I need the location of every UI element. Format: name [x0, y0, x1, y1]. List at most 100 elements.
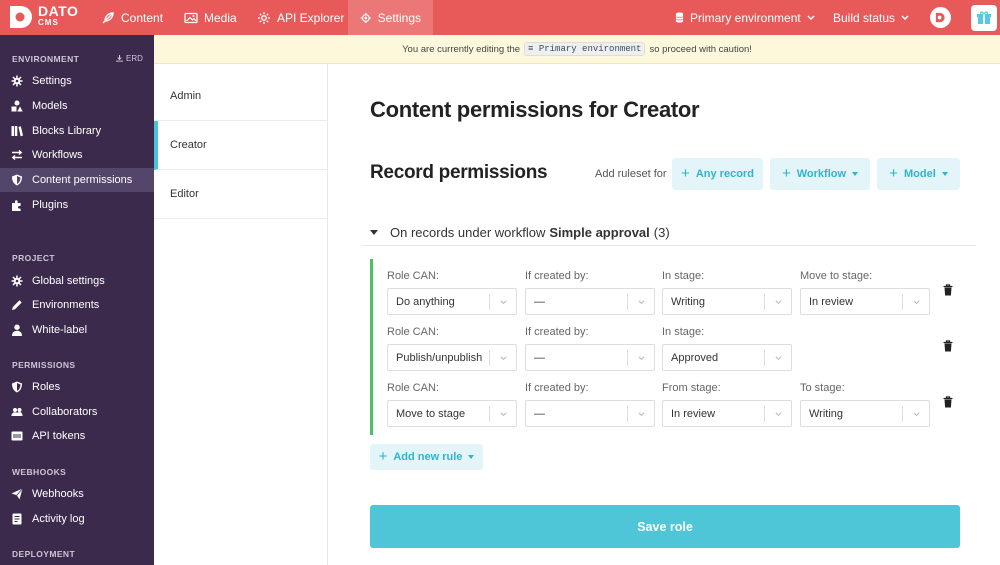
trash-icon[interactable]	[942, 396, 954, 408]
download-icon	[116, 55, 123, 62]
button-label: Save role	[637, 519, 693, 534]
avatar-logo-icon	[935, 12, 945, 23]
tab-settings[interactable]: Settings	[348, 0, 433, 35]
build-status-dropdown[interactable]: Build status	[823, 0, 919, 35]
created-by-select[interactable]: —	[525, 400, 655, 427]
created-by-select[interactable]: —	[525, 288, 655, 315]
role-item-editor[interactable]: Editor	[154, 170, 327, 219]
add-ruleset-workflow-button[interactable]: + Workflow	[770, 158, 870, 190]
gear-icon	[11, 75, 23, 87]
environment-name: Primary environment	[690, 10, 801, 25]
role-action-select[interactable]: Do anything	[387, 288, 517, 315]
sidebar-item-white-label[interactable]: White-label	[0, 318, 154, 342]
workflow-ruleset-header[interactable]: On records under workflow Simple approva…	[362, 220, 976, 246]
sidebar-item-api-tokens[interactable]: API tokens	[0, 424, 154, 448]
ruleset-accent-bar	[370, 259, 373, 435]
select-value: Approved	[671, 351, 719, 364]
select-value: In review	[809, 295, 854, 308]
shapes-icon	[11, 100, 23, 112]
move-to-stage-select[interactable]: In review	[800, 288, 930, 315]
brand-name: DATO CMS	[38, 4, 78, 29]
sidebar-item-label: Collaborators	[32, 406, 98, 418]
tab-media-label: Media	[204, 10, 237, 25]
sidebar-item-label: Environments	[32, 299, 100, 311]
role-item-admin[interactable]: Admin	[154, 72, 327, 121]
sidebar-item-global-settings[interactable]: Global settings	[0, 269, 154, 293]
page-title: Content permissions for Creator	[370, 97, 700, 122]
sidebar-item-label: Global settings	[32, 275, 105, 287]
sidebar-item-blocks-library[interactable]: Blocks Library	[0, 119, 154, 143]
tab-media[interactable]: Media	[172, 0, 249, 35]
rule-label: Move to stage:	[800, 270, 873, 282]
sidebar: ENVIRONMENT ERD Settings Models Blocks L…	[0, 35, 154, 565]
tab-content[interactable]: Content	[89, 0, 175, 35]
save-role-button[interactable]: Save role	[370, 505, 960, 548]
chevron-down-icon	[913, 412, 920, 417]
button-label: Model	[903, 168, 936, 180]
token-icon	[11, 431, 23, 441]
sidebar-item-label: Plugins	[32, 199, 69, 211]
plus-icon: +	[781, 165, 791, 182]
select-value: Publish/unpublish	[396, 351, 483, 364]
tab-api-explorer-label: API Explorer	[277, 10, 345, 25]
to-stage-select[interactable]: Writing	[800, 400, 930, 427]
role-label: Creator	[170, 139, 207, 151]
gift-icon	[977, 11, 991, 24]
rule-label: In stage:	[662, 326, 705, 338]
plus-icon: +	[681, 165, 690, 182]
books-icon	[11, 126, 23, 137]
chevron-down-icon	[913, 300, 920, 305]
chevron-down-icon	[500, 300, 507, 305]
sidebar-item-label: Models	[32, 100, 68, 112]
pencil-icon	[12, 300, 22, 310]
in-stage-select[interactable]: Writing	[662, 288, 792, 315]
sidebar-item-settings[interactable]: Settings	[0, 69, 154, 93]
trash-icon[interactable]	[942, 284, 954, 296]
select-value: —	[534, 351, 545, 364]
send-icon	[11, 488, 23, 500]
trash-icon[interactable]	[942, 340, 954, 352]
created-by-select[interactable]: —	[525, 344, 655, 371]
add-ruleset-model-button[interactable]: + Model	[877, 158, 960, 190]
sidebar-item-roles[interactable]: Roles	[0, 375, 154, 399]
add-ruleset-any-record-button[interactable]: + Any record	[672, 158, 763, 190]
sidebar-item-label: Blocks Library	[32, 125, 102, 137]
rule-label: To stage:	[800, 382, 845, 394]
sidebar-item-content-permissions[interactable]: Content permissions	[0, 168, 154, 192]
gift-button[interactable]	[971, 5, 997, 31]
erd-link[interactable]: ERD	[116, 54, 143, 63]
gear-icon	[11, 275, 23, 287]
rule-label: Role CAN:	[387, 382, 439, 394]
role-action-select[interactable]: Publish/unpublish	[387, 344, 517, 371]
tab-api-explorer[interactable]: API Explorer	[245, 0, 356, 35]
sidebar-item-activity-log[interactable]: Activity log	[0, 507, 154, 531]
sidebar-item-environments[interactable]: Environments	[0, 293, 154, 317]
collapse-caret-icon[interactable]	[370, 230, 378, 235]
sidebar-item-collaborators[interactable]: Collaborators	[0, 400, 154, 424]
workflow-rule-count: (3)	[653, 225, 670, 240]
database-icon	[675, 12, 684, 23]
banner-text-after: so proceed with caution!	[649, 43, 752, 55]
sidebar-item-webhooks[interactable]: Webhooks	[0, 482, 154, 506]
sidebar-item-label: Settings	[32, 75, 72, 87]
button-label: Add new rule	[393, 451, 463, 463]
select-value: Writing	[809, 407, 844, 420]
from-stage-select[interactable]: In review	[662, 400, 792, 427]
add-new-rule-button[interactable]: + Add new rule	[370, 444, 483, 470]
gear-outline-icon	[258, 11, 270, 24]
role-action-select[interactable]: Move to stage	[387, 400, 517, 427]
sidebar-item-workflows[interactable]: Workflows	[0, 143, 154, 167]
environment-dropdown[interactable]: Primary environment	[665, 0, 825, 35]
role-item-creator[interactable]: Creator	[154, 121, 327, 170]
chevron-down-icon	[638, 356, 645, 361]
erd-label: ERD	[126, 54, 143, 63]
sidebar-item-models[interactable]: Models	[0, 94, 154, 118]
user-avatar[interactable]	[930, 7, 951, 28]
caret-down-icon	[941, 172, 948, 176]
in-stage-select[interactable]: Approved	[662, 344, 792, 371]
chevron-down-icon	[901, 14, 909, 20]
sidebar-item-plugins[interactable]: Plugins	[0, 193, 154, 217]
datocms-logo[interactable]	[10, 6, 34, 28]
button-label: Any record	[695, 168, 754, 180]
role-label: Editor	[170, 188, 199, 200]
